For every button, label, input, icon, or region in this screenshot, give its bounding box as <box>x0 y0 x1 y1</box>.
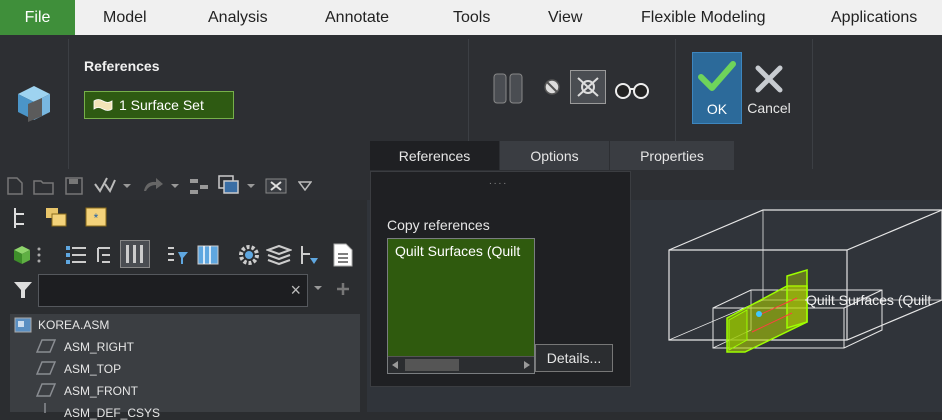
menu-tools[interactable]: Tools <box>453 0 490 35</box>
windows-icon[interactable] <box>218 175 240 195</box>
ok-button[interactable]: OK <box>692 52 742 124</box>
chevron-down-icon[interactable] <box>313 285 323 291</box>
chevron-down-icon[interactable] <box>246 183 256 189</box>
clear-search-icon[interactable]: × <box>290 280 301 301</box>
columns-icon[interactable] <box>120 240 150 268</box>
copy-geometry-icon <box>18 86 50 122</box>
cancel-button[interactable]: Cancel <box>746 100 792 116</box>
customize-toolbar-icon[interactable] <box>298 181 312 191</box>
svg-text:*: * <box>94 211 99 225</box>
assembly-icon <box>14 317 32 333</box>
scroll-left-icon[interactable] <box>391 360 399 370</box>
references-panel: .... Copy references Quilt Surfaces (Qui… <box>370 171 631 387</box>
tab-properties[interactable]: Properties <box>610 141 735 171</box>
menu-analysis[interactable]: Analysis <box>208 0 268 35</box>
tree-item[interactable]: ASM_TOP <box>64 362 121 376</box>
quilt-list-item[interactable]: Quilt Surfaces (Quilt <box>395 243 520 259</box>
surface-set-label: 1 Surface Set <box>119 97 204 113</box>
checkmark-icon <box>698 61 736 91</box>
surface-set-icon <box>93 99 113 111</box>
menu-applications[interactable]: Applications <box>831 0 917 35</box>
open-folder-icon[interactable] <box>33 177 55 195</box>
no-preview-icon[interactable] <box>542 77 562 97</box>
add-icon[interactable] <box>335 281 351 297</box>
datum-plane-icon <box>36 383 56 397</box>
verify-mode-icon[interactable] <box>570 70 606 104</box>
pause-icon[interactable] <box>492 73 526 105</box>
settings-gear-icon[interactable] <box>236 242 262 268</box>
menu-annotate[interactable]: Annotate <box>325 0 389 35</box>
tree-filter-icon[interactable] <box>166 244 190 266</box>
references-heading: References <box>84 58 160 74</box>
surface-set-collector[interactable]: 1 Surface Set <box>84 91 234 119</box>
copy-references-label: Copy references <box>387 217 490 233</box>
copy-references-list[interactable]: Quilt Surfaces (Quilt <box>387 238 535 374</box>
close-window-icon[interactable] <box>265 178 287 194</box>
tab-options[interactable]: Options <box>500 141 610 171</box>
show-icon[interactable] <box>12 244 32 266</box>
scrollbar-thumb[interactable] <box>405 359 459 371</box>
tree-item[interactable]: ASM_FRONT <box>64 384 138 398</box>
new-file-icon[interactable] <box>7 177 23 195</box>
redo-icon[interactable] <box>142 177 164 193</box>
ribbon-separator <box>68 39 69 169</box>
model-tree-settings-icon[interactable] <box>188 176 210 196</box>
ribbon-separator <box>675 39 676 145</box>
quilt-surfaces-callout: Quilt Surfaces (Quilt <box>806 292 932 308</box>
document-icon[interactable] <box>332 242 354 268</box>
menu-model[interactable]: Model <box>103 0 147 35</box>
menu-view[interactable]: View <box>548 0 582 35</box>
tree-item[interactable]: ASM_RIGHT <box>64 340 134 354</box>
menu-file[interactable]: File <box>0 0 75 35</box>
layers-icon[interactable] <box>266 244 292 266</box>
menu-flexible-modeling[interactable]: Flexible Modeling <box>641 0 766 35</box>
glasses-preview-icon[interactable] <box>614 79 650 101</box>
insert-mode-icon[interactable] <box>298 244 320 266</box>
tree-columns-icon[interactable] <box>196 244 220 266</box>
model-tree: KOREA.ASM ASM_RIGHT ASM_TOP ASM_FRONT AS… <box>10 314 360 420</box>
tree-root[interactable]: KOREA.ASM <box>38 318 109 332</box>
collapse-all-icon[interactable] <box>96 244 112 266</box>
cancel-x-icon[interactable] <box>753 65 785 93</box>
tab-references[interactable]: References <box>370 141 500 171</box>
datum-plane-icon <box>36 339 56 353</box>
chevron-down-icon[interactable] <box>122 183 132 189</box>
ok-label: OK <box>706 101 728 117</box>
save-icon[interactable] <box>65 177 83 195</box>
regenerate-icon[interactable] <box>93 176 117 196</box>
folder-browser-tab-icon[interactable] <box>44 206 68 228</box>
filter-icon[interactable] <box>12 280 34 300</box>
ribbon-separator <box>468 39 469 145</box>
ribbon-separator <box>812 39 813 169</box>
drag-handle[interactable]: .... <box>489 176 508 187</box>
expand-all-icon[interactable] <box>64 244 88 266</box>
scroll-right-icon[interactable] <box>523 360 531 370</box>
tree-item[interactable]: ASM_DEF_CSYS <box>64 406 160 420</box>
chevron-down-icon[interactable] <box>170 183 180 189</box>
horizontal-scrollbar[interactable] <box>388 356 534 373</box>
menu-bar: File Model Analysis Annotate Tools View … <box>0 0 942 35</box>
details-button[interactable]: Details... <box>535 344 613 372</box>
favorites-tab-icon[interactable]: * <box>84 206 108 228</box>
search-input[interactable]: × <box>38 274 308 307</box>
datum-plane-icon <box>36 361 56 375</box>
more-vertical-icon[interactable] <box>36 246 42 264</box>
model-tree-tab-icon[interactable] <box>10 206 32 230</box>
